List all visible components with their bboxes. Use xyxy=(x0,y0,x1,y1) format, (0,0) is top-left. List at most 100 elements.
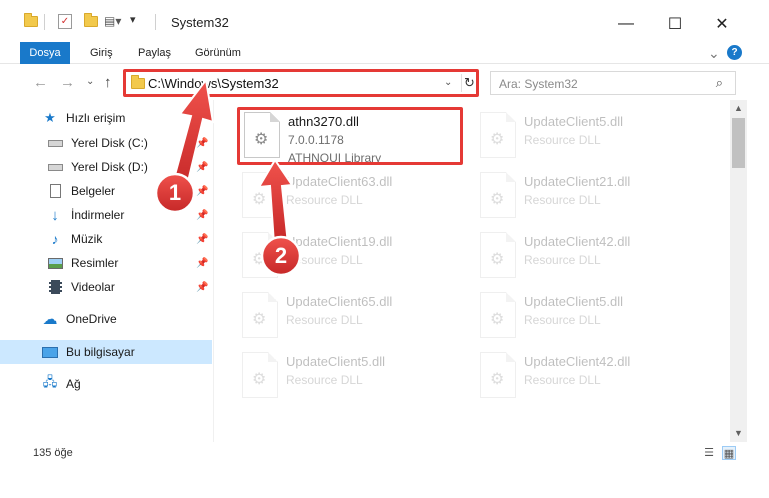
details-view-icon[interactable]: ☰ xyxy=(702,446,716,460)
callout-number-two: 2 xyxy=(274,243,288,268)
file-item[interactable]: ⚙ UpdateClient65.dll Resource DLL xyxy=(238,288,466,344)
sidebar-item-label: İndirmeler xyxy=(71,208,125,222)
file-item[interactable]: ⚙ UpdateClient5.dll Resource DLL xyxy=(476,288,704,344)
search-placeholder: Ara: System32 xyxy=(499,77,578,91)
navigation-pane: ★ Hızlı erişim Yerel Disk (C:) 📌 Yerel D… xyxy=(0,100,214,442)
window-bottom xyxy=(0,466,769,498)
drive-icon xyxy=(47,135,63,151)
divider xyxy=(155,14,156,30)
new-folder-icon[interactable] xyxy=(84,13,98,27)
back-button[interactable]: ← xyxy=(33,74,48,91)
sidebar-item-this-pc[interactable]: Bu bilgisayar xyxy=(0,340,212,364)
file-name: UpdateClient65.dll xyxy=(286,294,393,309)
file-highlight-box xyxy=(237,107,463,165)
sidebar-item-network[interactable]: 🖧 Ağ xyxy=(0,372,212,396)
file-description: Resource DLL xyxy=(286,193,363,207)
tab-share[interactable]: Paylaş xyxy=(138,42,171,64)
properties-icon[interactable]: ✓ xyxy=(58,14,72,29)
title-bar: ✓ ▤▾ ▾ System32 — ☐ ✕ xyxy=(0,0,769,42)
tiles-view-icon[interactable]: ▦ xyxy=(722,446,736,460)
file-item[interactable]: ⚙ UpdateClient42.dll Resource DLL xyxy=(476,348,704,404)
ribbon-expand-icon[interactable]: ⌄ xyxy=(708,42,720,64)
vertical-scrollbar[interactable]: ▲ ▼ xyxy=(730,100,747,442)
cloud-icon: ☁ xyxy=(42,311,58,328)
file-name: UpdateClient21.dll xyxy=(524,174,631,189)
scroll-thumb[interactable] xyxy=(732,118,745,168)
tab-view[interactable]: Görünüm xyxy=(195,42,241,64)
download-icon: ↓ xyxy=(51,206,59,224)
sidebar-item-label: Ağ xyxy=(66,377,81,391)
documents-icon xyxy=(47,183,63,199)
file-description: Resource DLL xyxy=(524,133,601,147)
file-description: Resource DLL xyxy=(286,313,363,327)
help-icon[interactable]: ? xyxy=(727,45,742,60)
file-name: UpdateClient5.dll xyxy=(524,294,624,309)
file-item[interactable]: ⚙ UpdateClient63.dll Resource DLL xyxy=(238,168,466,224)
file-item[interactable]: ⚙ UpdateClient21.dll Resource DLL xyxy=(476,168,704,224)
forward-button[interactable]: → xyxy=(60,74,75,91)
quick-access-dropdown-icon[interactable]: ▾ xyxy=(130,13,136,26)
pin-icon[interactable]: 📌 xyxy=(196,234,208,245)
sidebar-item-label: Hızlı erişim xyxy=(66,111,126,125)
quick-access-customize-icon[interactable]: ▤▾ xyxy=(104,14,121,28)
address-highlight-box xyxy=(123,69,479,97)
divider xyxy=(44,14,45,30)
scroll-down-icon[interactable]: ▼ xyxy=(730,425,747,442)
video-icon xyxy=(47,279,63,295)
tab-home[interactable]: Giriş xyxy=(90,42,113,64)
sidebar-item-onedrive[interactable]: ☁ OneDrive xyxy=(0,307,212,331)
close-button[interactable]: ✕ xyxy=(699,9,745,39)
file-description: Resource DLL xyxy=(524,253,601,267)
sidebar-item-label: Videolar xyxy=(71,280,115,294)
music-icon: ♪ xyxy=(51,231,59,247)
file-item[interactable]: ⚙ UpdateClient42.dll Resource DLL xyxy=(476,228,704,284)
sidebar-item-label: OneDrive xyxy=(66,312,117,326)
search-icon[interactable]: ⌕ xyxy=(716,75,723,91)
pin-icon[interactable]: 📌 xyxy=(196,162,208,173)
file-name: UpdateClient42.dll xyxy=(524,354,631,369)
status-bar: 135 öğe ☰ ▦ xyxy=(0,442,769,466)
sidebar-item-local-disk-c[interactable]: Yerel Disk (C:) 📌 xyxy=(0,131,212,155)
maximize-button[interactable]: ☐ xyxy=(652,9,698,39)
pin-icon[interactable]: 📌 xyxy=(196,258,208,269)
file-item[interactable]: ⚙ UpdateClient5.dll Resource DLL xyxy=(476,108,704,164)
sidebar-item-label: Resimler xyxy=(71,256,119,270)
dll-file-icon: ⚙ xyxy=(242,352,278,398)
file-item[interactable]: ⚙ UpdateClient5.dll Resource DLL xyxy=(238,348,466,404)
file-description: Resource DLL xyxy=(524,313,601,327)
pin-icon[interactable]: 📌 xyxy=(196,186,208,197)
file-description: Resource DLL xyxy=(286,373,363,387)
ribbon-tabs: Dosya Giriş Paylaş Görünüm ⌄ ? xyxy=(0,42,769,98)
sidebar-item-music[interactable]: ♪ Müzik 📌 xyxy=(0,227,212,251)
dll-file-icon: ⚙ xyxy=(242,172,278,218)
dll-file-icon: ⚙ xyxy=(480,112,516,158)
dll-file-icon: ⚙ xyxy=(242,292,278,338)
computer-icon xyxy=(42,344,58,360)
sidebar-item-videos[interactable]: Videolar 📌 xyxy=(0,275,212,299)
sidebar-item-label: Belgeler xyxy=(71,184,116,198)
dll-file-icon: ⚙ xyxy=(480,172,516,218)
file-description: Resource DLL xyxy=(524,193,601,207)
scroll-up-icon[interactable]: ▲ xyxy=(730,100,747,117)
file-name: UpdateClient63.dll xyxy=(286,174,393,189)
file-name: UpdateClient19.dll xyxy=(286,234,393,249)
sidebar-item-pictures[interactable]: Resimler 📌 xyxy=(0,251,212,275)
pin-icon[interactable]: 📌 xyxy=(196,210,208,221)
recent-locations-icon[interactable]: ⌄ xyxy=(86,76,94,87)
dll-file-icon: ⚙ xyxy=(480,352,516,398)
window-title: System32 xyxy=(171,15,229,30)
up-button[interactable]: ↑ xyxy=(104,74,112,91)
pin-icon[interactable]: 📌 xyxy=(196,138,208,149)
search-input[interactable]: Ara: System32 ⌕ xyxy=(490,71,736,95)
star-icon: ★ xyxy=(44,110,56,125)
callout-number-one: 1 xyxy=(168,180,182,205)
network-icon: 🖧 xyxy=(42,374,58,389)
file-name: UpdateClient42.dll xyxy=(524,234,631,249)
pictures-icon xyxy=(47,255,63,271)
sidebar-item-quick-access[interactable]: ★ Hızlı erişim xyxy=(0,106,212,130)
file-description: Resource DLL xyxy=(524,373,601,387)
sidebar-item-label: Müzik xyxy=(71,232,103,246)
minimize-button[interactable]: — xyxy=(603,9,649,39)
file-name: UpdateClient5.dll xyxy=(286,354,386,369)
pin-icon[interactable]: 📌 xyxy=(196,282,208,293)
